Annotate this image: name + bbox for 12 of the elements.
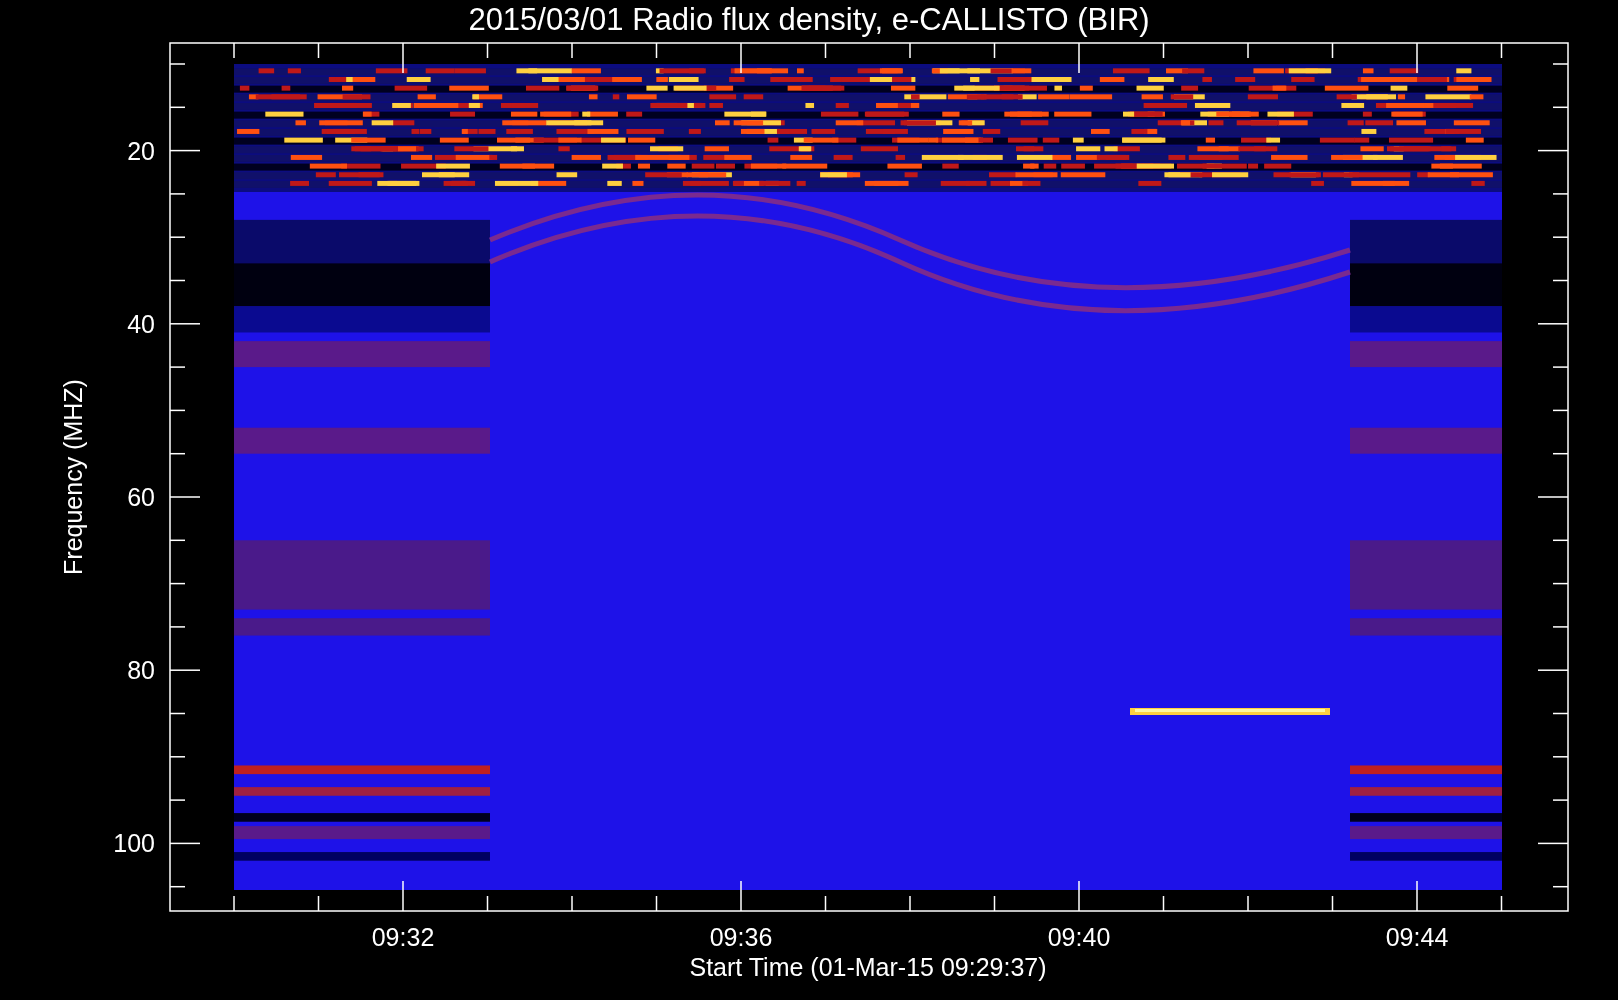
tick-label: 20 — [127, 136, 155, 165]
tick-label: 60 — [127, 483, 155, 511]
tick-label: 40 — [127, 309, 155, 338]
axis-label: Frequency (MHZ) — [59, 379, 87, 575]
chart-title: 2015/03/01 Radio flux density, e-CALLISTO (BIR) — [468, 2, 1150, 37]
tick-label: 09:40 — [1047, 923, 1111, 951]
tick-label: 80 — [127, 656, 155, 685]
tick-label: 100 — [113, 829, 155, 858]
axis-label: Start Time (01-Mar-15 09:29:37) — [689, 953, 1047, 981]
tick-label: 09:36 — [709, 923, 773, 951]
tick-label: 09:44 — [1385, 923, 1449, 951]
tick-label: 09:32 — [371, 923, 435, 951]
